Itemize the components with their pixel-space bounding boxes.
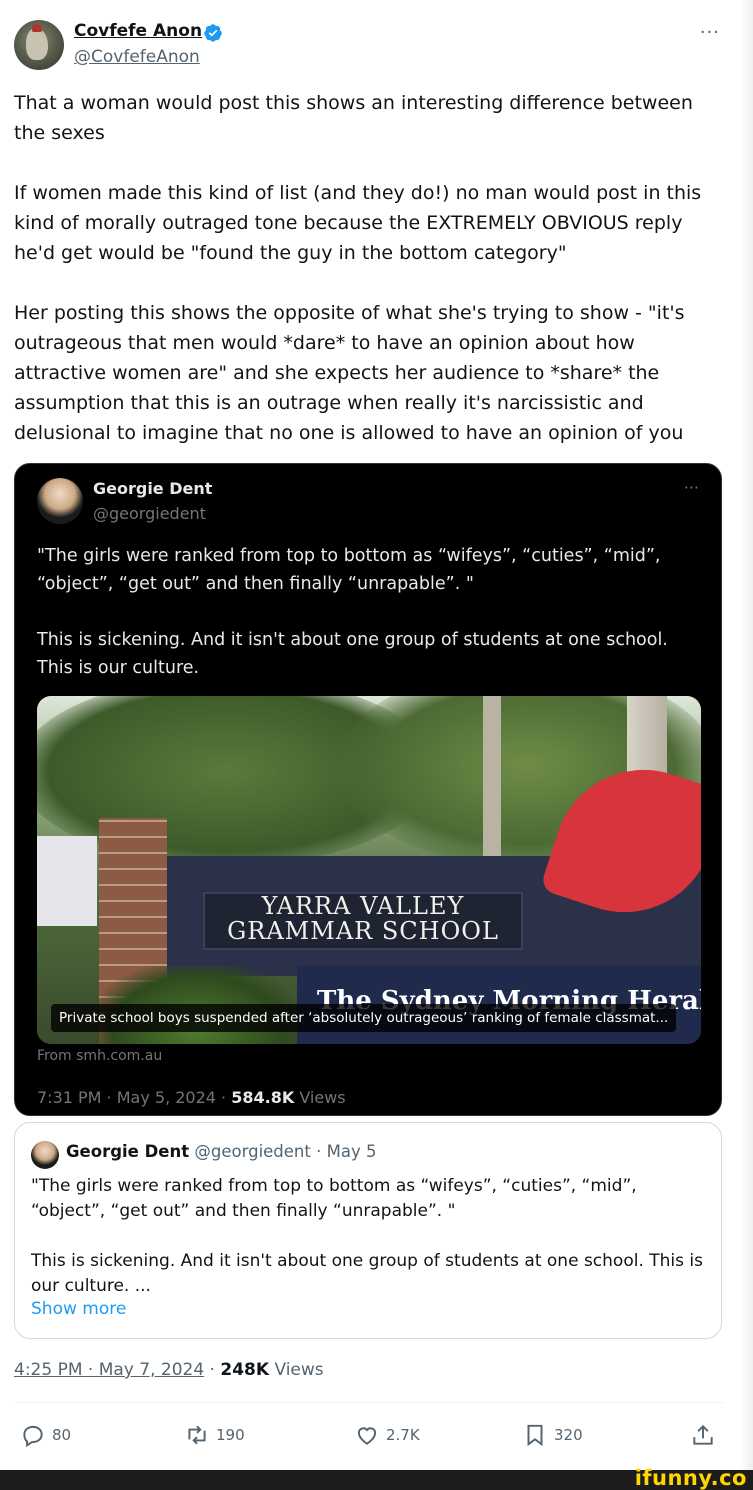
embedded-more-icon: ···	[683, 478, 699, 497]
quoted-header: Georgie Dent @georgiedent · May 5	[66, 1142, 376, 1161]
author-display-name[interactable]: Covfefe Anon	[74, 21, 202, 41]
quoted-handle-date: @georgiedent · May 5	[189, 1142, 377, 1161]
embedded-views-count: 584.8K	[231, 1088, 295, 1107]
link-card-image: YARRA VALLEY GRAMMAR SCHOOL The Sydney M…	[37, 696, 701, 1044]
meta-separator: ·	[204, 1360, 221, 1380]
quoted-avatar	[31, 1141, 59, 1169]
bookmark-count: 320	[554, 1426, 583, 1444]
like-button[interactable]: 2.7K	[354, 1420, 420, 1450]
avatar[interactable]	[14, 20, 64, 70]
quoted-display-name: Georgie Dent	[66, 1142, 190, 1161]
views-count: 248K	[220, 1360, 270, 1380]
views-label: Views	[269, 1360, 324, 1380]
embedded-tweet-screenshot[interactable]: Georgie Dent @georgiedent ··· "The girls…	[14, 463, 722, 1116]
divider	[14, 1402, 724, 1403]
share-icon	[693, 1424, 713, 1445]
embedded-tweet-body: "The girls were ranked from top to botto…	[37, 542, 707, 710]
reply-count: 80	[52, 1426, 72, 1444]
verified-badge-icon	[204, 24, 222, 42]
sign-line: GRAMMAR SCHOOL	[227, 917, 499, 945]
embedded-views-label: Views	[294, 1088, 346, 1107]
page-edge-shadow	[741, 0, 753, 1470]
embedded-handle: @georgiedent	[93, 504, 206, 523]
photo-flags	[37, 836, 97, 926]
action-bar: 80 190 2.7K 320	[14, 1420, 724, 1450]
more-options-icon[interactable]: ···	[700, 22, 720, 43]
link-source: From smh.com.au	[37, 1048, 163, 1064]
tweet-meta: 4:25 PM · May 7, 2024 · 248K Views	[14, 1360, 324, 1380]
tweet-paragraph: That a woman would post this shows an in…	[14, 92, 693, 144]
tweet-paragraph: If women made this kind of list (and the…	[14, 182, 702, 264]
link-card-caption: Private school boys suspended after ‘abs…	[51, 1004, 677, 1032]
like-count: 2.7K	[386, 1426, 420, 1444]
quoted-body: "The girls were ranked from top to botto…	[31, 1174, 711, 1324]
watermark-bar: ifunny.co	[0, 1466, 753, 1490]
author-handle[interactable]: @CovfefeAnon	[74, 47, 200, 67]
tweet-timestamp[interactable]: 4:25 PM · May 7, 2024	[14, 1360, 204, 1380]
repost-button[interactable]: 190	[184, 1420, 245, 1450]
embedded-display-name: Georgie Dent	[93, 479, 213, 498]
tweet-paragraph: Her posting this shows the opposite of w…	[14, 302, 685, 444]
reply-icon	[23, 1425, 43, 1448]
ifunny-watermark: ifunny.co	[634, 1466, 747, 1490]
embedded-avatar	[37, 478, 83, 524]
sign-line: YARRA VALLEY	[261, 892, 465, 920]
photo-tree-trunk	[483, 696, 501, 876]
embedded-timestamp: 7:31 PM · May 5, 2024 ·	[37, 1088, 232, 1107]
heart-icon	[357, 1427, 377, 1445]
show-more-link[interactable]: Show more	[31, 1299, 126, 1319]
share-button[interactable]	[690, 1420, 716, 1450]
embedded-paragraph: This is sickening. And it isn't about on…	[37, 630, 668, 678]
photo-sign-text: YARRA VALLEY GRAMMAR SCHOOL	[203, 894, 523, 944]
repost-icon	[188, 1425, 206, 1445]
quoted-paragraph: "The girls were ranked from top to botto…	[31, 1176, 637, 1221]
reply-button[interactable]: 80	[20, 1420, 71, 1450]
avatar-comb-detail	[32, 24, 42, 32]
tweet-body: That a woman would post this shows an in…	[14, 88, 726, 478]
bookmark-icon	[527, 1424, 543, 1447]
quoted-paragraph: This is sickening. And it isn't about on…	[31, 1251, 703, 1296]
tweet-header: Covfefe Anon @CovfefeAnon ···	[14, 18, 724, 74]
embedded-paragraph: "The girls were ranked from top to botto…	[37, 546, 661, 594]
quoted-tweet-card[interactable]: Georgie Dent @georgiedent · May 5 "The g…	[14, 1122, 722, 1339]
bookmark-button[interactable]: 320	[522, 1420, 583, 1450]
avatar-rooster-image	[26, 28, 48, 60]
repost-count: 190	[216, 1426, 245, 1444]
embedded-meta: 7:31 PM · May 5, 2024 · 584.8K Views	[37, 1088, 346, 1107]
